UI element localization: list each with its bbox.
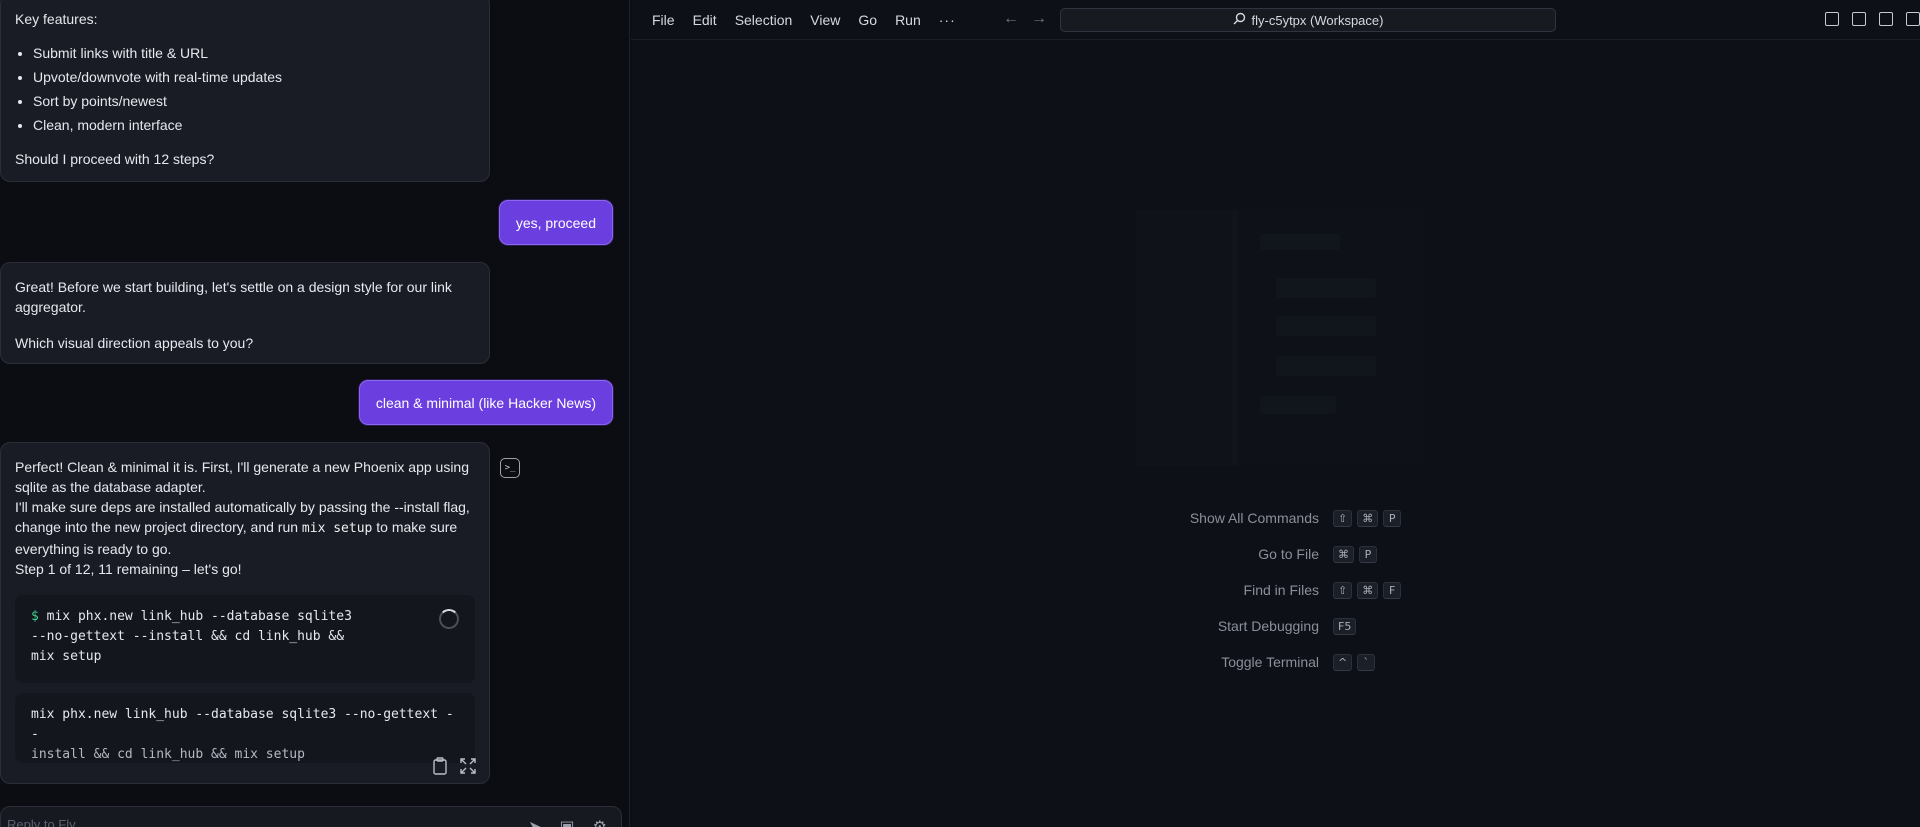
key-cap: ` [1357, 653, 1376, 671]
user-message: clean & minimal (like Hacker News) [358, 380, 613, 425]
key-cap: F5 [1333, 617, 1357, 635]
toggle-primary-sidebar-icon[interactable] [1852, 12, 1866, 26]
menu-edit[interactable]: Edit [684, 6, 726, 34]
forward-arrow-icon[interactable]: → [1031, 10, 1047, 28]
command-center-search[interactable]: fly-c5ytpx (Workspace) [1060, 8, 1556, 32]
shortcut-label: Find in Files [1243, 582, 1319, 598]
command-line: --no-gettext --install && cd link_hub && [31, 629, 345, 644]
menu-run[interactable]: Run [886, 6, 930, 34]
clipboard-icon[interactable] [431, 757, 449, 775]
layout-controls [1825, 12, 1920, 26]
shortcut-keys: ⇧ ⌘ P [1333, 509, 1402, 527]
message-question: Should I proceed with 12 steps? [15, 151, 215, 167]
message-text: Perfect! Clean & minimal it is. First, I… [15, 459, 469, 495]
output-line: install && cd link_hub && mix setup [31, 747, 305, 762]
output-line: mix phx.new link_hub --database sqlite3 … [31, 707, 454, 742]
terminal-icon[interactable]: >_ [500, 458, 520, 478]
key-cap: ⌘ [1357, 509, 1379, 527]
message-text: I'll make sure deps are installed automa… [15, 497, 475, 559]
editor-pane: File Edit Selection View Go Run ··· ← → … [631, 0, 1920, 827]
expand-icon[interactable] [459, 757, 477, 775]
command-block: $ mix phx.new link_hub --database sqlite… [15, 595, 475, 683]
menu-bar: File Edit Selection View Go Run ··· [643, 0, 965, 40]
user-message: yes, proceed [498, 200, 613, 245]
title-bar: File Edit Selection View Go Run ··· ← → … [631, 0, 1920, 40]
key-cap: ⇧ [1333, 509, 1353, 527]
shortcut-label: Show All Commands [1189, 510, 1319, 526]
search-icon [1233, 12, 1246, 28]
key-cap: ⌘ [1357, 581, 1379, 599]
key-cap: P [1383, 509, 1402, 527]
assistant-message: Great! Before we start building, let's s… [0, 262, 490, 364]
list-item: Submit links with title & URL [33, 43, 475, 63]
shortcut-row[interactable]: Show All Commands ⇧ ⌘ P [931, 500, 1691, 536]
key-cap: ^ [1333, 653, 1353, 671]
shortcut-row[interactable]: Toggle Terminal ^ ` [931, 644, 1691, 680]
shortcut-row[interactable]: Go to File ⌘ P [931, 536, 1691, 572]
assistant-message: Key features: Submit links with title & … [0, 0, 490, 182]
message-heading: Key features: [15, 11, 98, 27]
menu-go[interactable]: Go [849, 6, 886, 34]
chat-pane: Key features: Submit links with title & … [0, 0, 630, 827]
command-line: mix setup [31, 649, 102, 664]
shortcut-row[interactable]: Start Debugging F5 [931, 608, 1691, 644]
list-item: Upvote/downvote with real-time updates [33, 67, 475, 87]
inline-code: mix setup [301, 521, 373, 536]
message-text: Which visual direction appeals to you? [15, 335, 254, 351]
key-cap: F [1383, 581, 1402, 599]
chat-input-actions: ➤ ▣ ⚙ [528, 817, 607, 827]
message-text: Great! Before we start building, let's s… [15, 279, 452, 315]
shortcut-keys: F5 [1333, 617, 1357, 635]
shortcut-keys: ⌘ P [1333, 545, 1377, 563]
chat-input-placeholder: Reply to Fly... [7, 817, 86, 827]
send-icon[interactable]: ➤ [528, 817, 541, 827]
key-cap: ⌘ [1333, 545, 1354, 563]
settings-icon[interactable]: ⚙ [593, 817, 607, 827]
list-item: Clean, modern interface [33, 115, 475, 135]
menu-more[interactable]: ··· [930, 12, 965, 28]
message-actions [431, 757, 477, 775]
toggle-panel-icon[interactable] [1879, 12, 1893, 26]
attach-icon[interactable]: ▣ [560, 817, 575, 827]
shortcut-label: Start Debugging [1217, 618, 1319, 634]
menu-selection[interactable]: Selection [726, 6, 802, 34]
welcome-shortcuts: Show All Commands ⇧ ⌘ P Go to File ⌘ P F… [931, 500, 1691, 680]
menu-view[interactable]: View [801, 6, 849, 34]
shortcut-label: Go to File [1258, 546, 1319, 562]
navigation-arrows: ← → [1003, 10, 1047, 28]
key-cap: ⇧ [1333, 581, 1353, 599]
toggle-secondary-sidebar-icon[interactable] [1906, 12, 1920, 26]
shortcut-keys: ⇧ ⌘ F [1333, 581, 1402, 599]
editor-watermark-logo [1136, 210, 1424, 466]
key-cap: P [1359, 545, 1377, 563]
list-item: Sort by points/newest [33, 91, 475, 111]
feature-list: Submit links with title & URL Upvote/dow… [33, 43, 475, 135]
command-line: $ mix phx.new link_hub --database sqlite… [31, 607, 459, 627]
loading-spinner-icon [439, 609, 459, 629]
command-text: mix phx.new link_hub --database sqlite3 [46, 609, 352, 624]
shortcut-keys: ^ ` [1333, 653, 1376, 671]
shortcut-row[interactable]: Find in Files ⇧ ⌘ F [931, 572, 1691, 608]
prompt-symbol: $ [31, 609, 39, 624]
customize-layout-icon[interactable] [1825, 12, 1839, 26]
back-arrow-icon[interactable]: ← [1003, 10, 1019, 28]
chat-input[interactable]: Reply to Fly... ➤ ▣ ⚙ [0, 806, 622, 827]
message-body: Perfect! Clean & minimal it is. First, I… [15, 457, 475, 579]
message-text: Step 1 of 12, 11 remaining – let's go! [15, 561, 242, 577]
shortcut-label: Toggle Terminal [1221, 654, 1319, 670]
assistant-message: Perfect! Clean & minimal it is. First, I… [0, 442, 490, 784]
workspace-name: fly-c5ytpx (Workspace) [1251, 12, 1384, 28]
command-output: mix phx.new link_hub --database sqlite3 … [15, 693, 475, 763]
menu-file[interactable]: File [643, 6, 684, 34]
